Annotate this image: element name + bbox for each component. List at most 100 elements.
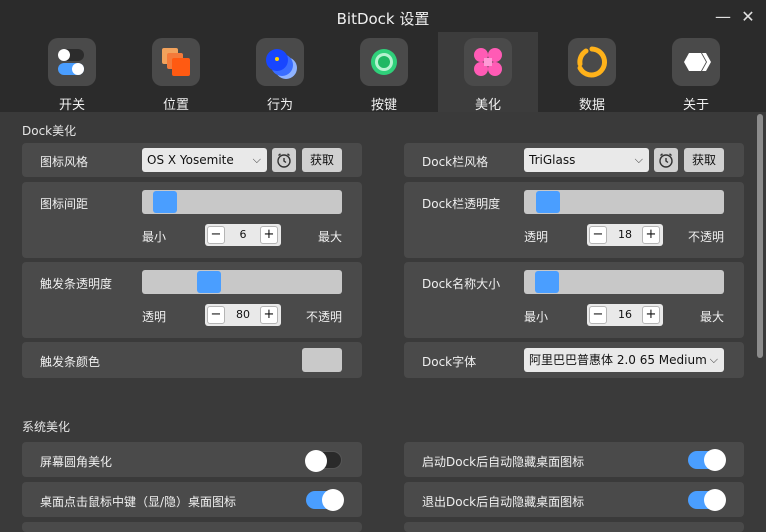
icon-style-label: 图标风格 [40, 155, 89, 169]
tab-keys[interactable]: 按键 [334, 32, 434, 113]
increment-button[interactable]: + [260, 226, 278, 244]
toggle-knob [305, 450, 327, 472]
trigger-opacity-slider[interactable] [142, 270, 342, 294]
icon-spacing-stepper: − 6 + [205, 224, 281, 246]
dock-style-card: Dock栏风格 TriGlass ⌵ 获取 [404, 143, 744, 177]
toggle-knob [322, 489, 344, 511]
tab-beautify[interactable]: 美化 [438, 32, 538, 113]
increment-button[interactable]: + [260, 306, 278, 324]
chevron-down-icon: ⌵ [634, 153, 643, 166]
dock-opacity-card: Dock栏透明度 透明 − 18 + 不透明 [404, 182, 744, 258]
tab-switch[interactable]: 开关 [22, 32, 122, 113]
auto-hide-exit-label: 退出Dock后自动隐藏桌面图标 [422, 495, 585, 509]
min-label: 透明 [524, 230, 549, 244]
tab-data[interactable]: 数据 [542, 32, 642, 113]
dock-font-card: Dock字体 阿里巴巴普惠体 2.0 65 Medium ⌵ [404, 342, 744, 378]
decrement-button[interactable]: − [207, 306, 225, 324]
tab-behavior[interactable]: 行为 [230, 32, 330, 113]
minimize-button[interactable]: — [713, 7, 733, 27]
icon-spacing-value[interactable]: 6 [227, 224, 259, 246]
slider-thumb[interactable] [153, 191, 177, 213]
tab-label: 行为 [266, 98, 293, 113]
icon-spacing-label: 图标间距 [40, 197, 89, 211]
auto-hide-start-label: 启动Dock后自动隐藏桌面图标 [422, 455, 585, 469]
trigger-color-card: 触发条颜色 [22, 342, 362, 378]
icon-spacing-slider[interactable] [142, 190, 342, 214]
middle-click-card: 桌面点击鼠标中键（显/隐）桌面图标 [22, 482, 362, 517]
auto-hide-exit-card: 退出Dock后自动隐藏桌面图标 [404, 482, 744, 517]
icon-style-value: OS X Yosemite [147, 153, 234, 167]
dock-name-size-slider[interactable] [524, 270, 724, 294]
slider-thumb[interactable] [197, 271, 221, 293]
max-label: 最大 [700, 310, 725, 324]
title-bar: BitDock 设置 — ✕ [0, 0, 766, 34]
decrement-button[interactable]: − [589, 226, 607, 244]
middle-click-toggle[interactable] [306, 489, 344, 511]
min-label: 透明 [142, 310, 167, 324]
dock-opacity-label: Dock栏透明度 [422, 197, 501, 211]
chevron-down-icon: ⌵ [252, 153, 261, 166]
middle-click-label: 桌面点击鼠标中键（显/隐）桌面图标 [40, 495, 237, 509]
tab-label: 按键 [370, 98, 397, 113]
dock-name-size-label: Dock名称大小 [422, 277, 501, 291]
toggle-knob [704, 449, 726, 471]
dock-opacity-stepper: − 18 + [587, 224, 663, 246]
behavior-icon [256, 38, 304, 86]
trigger-opacity-card: 触发条透明度 透明 − 80 + 不透明 [22, 262, 362, 338]
key-icon [360, 38, 408, 86]
toggle-knob [704, 489, 726, 511]
slider-thumb[interactable] [536, 191, 560, 213]
scrollbar-thumb[interactable] [757, 114, 763, 358]
dock-style-value: TriGlass [529, 153, 576, 167]
about-icon [672, 38, 720, 86]
dock-opacity-value[interactable]: 18 [609, 224, 641, 246]
alarm-clock-icon [659, 153, 673, 168]
fetch-dock-style-button[interactable]: 获取 [684, 148, 724, 172]
rounded-corners-toggle[interactable] [305, 450, 342, 472]
icon-style-select[interactable]: OS X Yosemite ⌵ [142, 148, 267, 172]
slider-thumb[interactable] [535, 271, 559, 293]
auto-hide-exit-toggle[interactable] [688, 489, 726, 511]
color-swatch-button[interactable] [302, 348, 342, 372]
rounded-corners-card: 屏幕圆角美化 [22, 442, 362, 477]
trigger-opacity-value[interactable]: 80 [227, 304, 259, 326]
min-label: 最小 [142, 230, 167, 244]
increment-button[interactable]: + [642, 306, 660, 324]
close-button[interactable]: ✕ [738, 7, 758, 27]
tab-about[interactable]: 关于 [646, 32, 746, 113]
tab-label: 数据 [578, 98, 605, 113]
decrement-button[interactable]: − [207, 226, 225, 244]
position-icon [152, 38, 200, 86]
min-label: 最小 [524, 310, 549, 324]
trigger-opacity-stepper: − 80 + [205, 304, 281, 326]
beautify-icon [464, 38, 512, 86]
data-icon [568, 38, 616, 86]
tab-label: 美化 [474, 98, 501, 113]
section-title-system: 系统美化 [22, 420, 71, 434]
tab-label: 位置 [162, 98, 189, 113]
trigger-color-label: 触发条颜色 [40, 355, 101, 369]
dock-name-size-value[interactable]: 16 [609, 304, 641, 326]
dock-style-label: Dock栏风格 [422, 155, 489, 169]
dock-font-select[interactable]: 阿里巴巴普惠体 2.0 65 Medium ⌵ [524, 348, 724, 372]
auto-hide-start-card: 启动Dock后自动隐藏桌面图标 [404, 442, 744, 477]
decrement-button[interactable]: − [589, 306, 607, 324]
trigger-opacity-label: 触发条透明度 [40, 277, 113, 291]
dock-name-size-card: Dock名称大小 最小 − 16 + 最大 [404, 262, 744, 338]
fetch-icon-style-button[interactable]: 获取 [302, 148, 342, 172]
auto-hide-start-toggle[interactable] [688, 449, 726, 471]
dock-font-label: Dock字体 [422, 355, 477, 369]
next-row-card [404, 522, 744, 532]
dock-opacity-slider[interactable] [524, 190, 724, 214]
alarm-clock-button[interactable] [272, 148, 296, 172]
increment-button[interactable]: + [642, 226, 660, 244]
max-label: 不透明 [688, 230, 725, 244]
tab-label: 开关 [58, 98, 85, 113]
tab-position[interactable]: 位置 [126, 32, 226, 113]
chevron-down-icon: ⌵ [706, 348, 718, 372]
dock-style-select[interactable]: TriGlass ⌵ [524, 148, 649, 172]
alarm-clock-button[interactable] [654, 148, 678, 172]
icon-spacing-card: 图标间距 最小 − 6 + 最大 [22, 182, 362, 258]
alarm-clock-icon [277, 153, 291, 168]
window-title: BitDock 设置 [336, 10, 430, 28]
